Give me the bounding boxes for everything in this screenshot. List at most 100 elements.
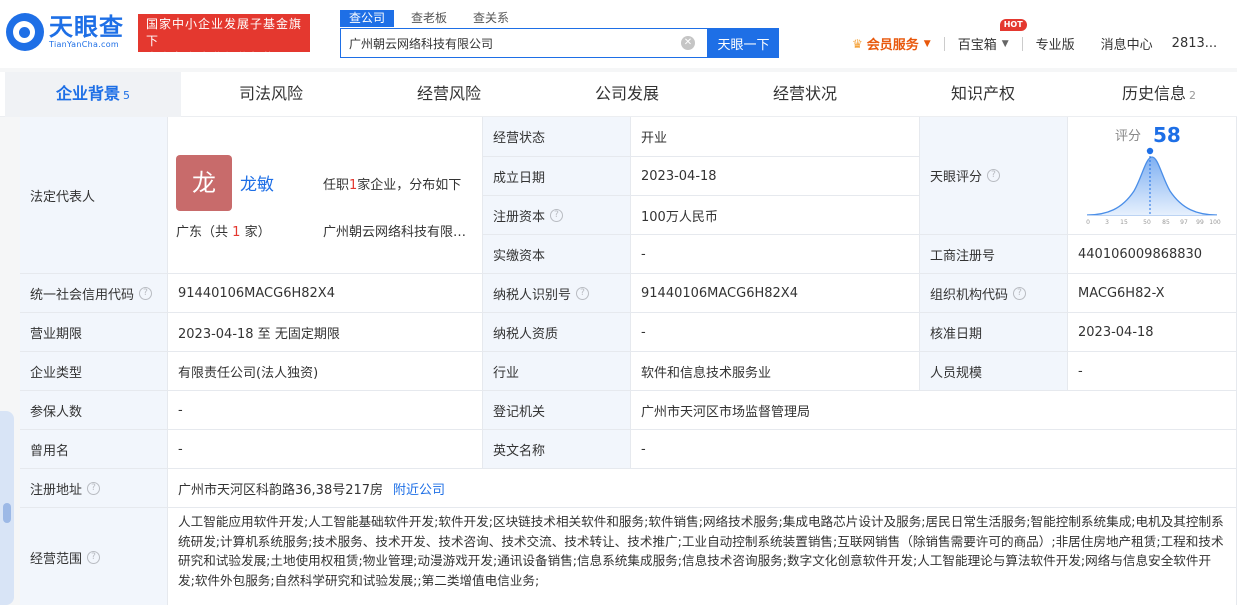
score-value: 58 [1153,123,1181,147]
score-tick: 3 [1105,219,1109,226]
industry-label: 行业 [483,352,631,391]
taxpayer-qual-value: - [631,313,920,352]
legal-rep-company[interactable]: 广州朝云网络科技有限公司 [323,221,471,240]
treasure-box-menu[interactable]: 百宝箱 ▼ HOT [958,19,1027,53]
hot-badge: HOT [999,19,1027,31]
authority-label: 登记机关 [483,391,631,430]
search-box: ✕ [340,28,708,58]
org-code-value: MACG6H82-X [1068,274,1237,313]
score-tick: 99 [1196,219,1204,226]
gov-badge: 国家中小企业发展子基金旗下 官方备案企业征信机构 [138,14,310,65]
approval-date-label: 核准日期 [920,313,1068,352]
chevron-down-icon: ▼ [923,38,931,49]
taxpayer-id-value: 91440106MACG6H82X4 [631,274,920,313]
status-value: 开业 [631,117,920,157]
address-value: 广州市天河区科韵路36,38号217房 附近公司 [168,469,1237,508]
term-value: 2023-04-18 至 无固定期限 [168,313,483,352]
chevron-down-icon: ▼ [1001,38,1009,49]
tab-development[interactable]: 公司发展 [547,72,707,117]
credit-code-value: 91440106MACG6H82X4 [168,274,483,313]
biz-reg-no-label: 工商注册号 [920,235,1068,274]
avatar[interactable]: 龙 [176,155,232,211]
legal-rep-cell: 龙 龙敏 任职1家企业，分布如下 广东（共 1 家） 广州朝云网络科技有限公司 [168,117,483,274]
address-label: 注册地址? [20,469,168,508]
founded-label: 成立日期 [483,157,631,196]
taxpayer-id-label: 纳税人识别号? [483,274,631,313]
former-name-label: 曾用名 [20,430,168,469]
staff-size-label: 人员规模 [920,352,1068,391]
score-tick: 85 [1162,219,1170,226]
english-name-value: - [631,430,1237,469]
insured-label: 参保人数 [20,391,168,430]
staff-size-value: - [1068,352,1237,391]
insured-value: - [168,391,483,430]
score-marker-icon [1146,147,1154,155]
help-icon[interactable]: ? [139,286,153,300]
help-icon[interactable]: ? [576,286,590,300]
message-center-link[interactable]: 消息中心 [1101,34,1153,53]
score-tick: 50 [1143,219,1151,226]
top-header: 天眼查 TianYanCha.com 国家中小企业发展子基金旗下 官方备案企业征… [0,0,1237,68]
score-label: 天眼评分? [920,117,1068,235]
score-tick: 100 [1209,219,1221,226]
logo[interactable]: 天眼查 TianYanCha.com [6,13,124,51]
tab-operating-risk[interactable]: 经营风险 [369,72,529,117]
user-account-menu[interactable]: 2813... [1172,36,1217,51]
tab-ip[interactable]: 知识产权 [903,72,1063,117]
reg-capital-label: 注册资本? [483,196,631,235]
legal-rep-region: 广东（共 1 家） [176,225,271,240]
paid-capital-label: 实缴资本 [483,235,631,274]
status-label: 经营状态 [483,117,631,157]
score-title: 评分 [1115,129,1142,144]
search-tab-company[interactable]: 查公司 [340,10,395,27]
scope-value: 人工智能应用软件开发;人工智能基础软件开发;软件开发;区块链技术相关软件和服务;… [168,508,1237,605]
vip-service-menu[interactable]: ♛ 会员服务 ▼ [852,34,931,54]
tab-legal-risk[interactable]: 司法风险 [191,72,351,117]
help-icon[interactable]: ? [987,169,1001,182]
score-tick: 15 [1120,219,1128,226]
help-icon[interactable]: ? [1013,286,1027,300]
industry-value: 软件和信息技术服务业 [631,352,920,391]
search-button[interactable]: 天眼一下 [708,28,779,58]
scope-label: 经营范围? [20,508,168,605]
company-type-label: 企业类型 [20,352,168,391]
company-tabs: 企业背景 5 司法风险 经营风险 公司发展 经营状况 知识产权 历史信息 2 [0,72,1237,117]
search-tab-relation[interactable]: 查关系 [464,10,518,27]
reg-capital-value: 100万人民币 [631,196,920,235]
logo-domain: TianYanCha.com [49,40,119,49]
search-input[interactable] [341,29,671,57]
score-tick: 0 [1086,219,1090,226]
english-name-label: 英文名称 [483,430,631,469]
search-tab-boss[interactable]: 查老板 [402,10,456,27]
search-type-tabs: 查公司 查老板 查关系 [340,10,526,27]
legal-rep-name[interactable]: 龙敏 [240,170,274,195]
founded-value: 2023-04-18 [631,157,920,196]
term-label: 营业期限 [20,313,168,352]
clear-icon[interactable]: ✕ [681,36,695,50]
score-distribution-chart: 0 3 15 50 85 97 99 100 [1086,147,1221,226]
help-icon[interactable]: ? [87,481,101,495]
logo-text: 天眼查 [49,13,124,41]
company-type-value: 有限责任公司(法人独资) [168,352,483,391]
crown-icon: ♛ [852,36,863,51]
pro-version-link[interactable]: 专业版 [1036,34,1075,53]
tab-operating-status[interactable]: 经营状况 [725,72,885,117]
legal-rep-note: 任职1家企业，分布如下 [323,178,462,193]
credit-code-label: 统一社会信用代码? [20,274,168,313]
tab-background[interactable]: 企业背景 5 [5,72,181,117]
legal-rep-label: 法定代表人 [20,117,168,274]
approval-date-value: 2023-04-18 [1068,313,1237,352]
former-name-value: - [168,430,483,469]
help-icon[interactable]: ? [87,551,101,564]
taxpayer-qual-label: 纳税人资质 [483,313,631,352]
help-icon[interactable]: ? [550,208,564,222]
tab-history[interactable]: 历史信息 2 [1079,72,1237,117]
nearby-companies-link[interactable]: 附近公司 [393,479,445,498]
org-code-label: 组织机构代码? [920,274,1068,313]
biz-reg-no-value: 440106009868830 [1068,235,1237,274]
side-panel-handle[interactable] [0,411,14,605]
header-nav: ♛ 会员服务 ▼ 百宝箱 ▼ HOT 专业版 消息中心 2813... [852,19,1217,54]
score-cell[interactable]: 评分 58 0 3 15 50 85 97 99 100 [1068,117,1237,235]
logo-eye-icon [6,13,44,51]
authority-value: 广州市天河区市场监督管理局 [631,391,1237,430]
